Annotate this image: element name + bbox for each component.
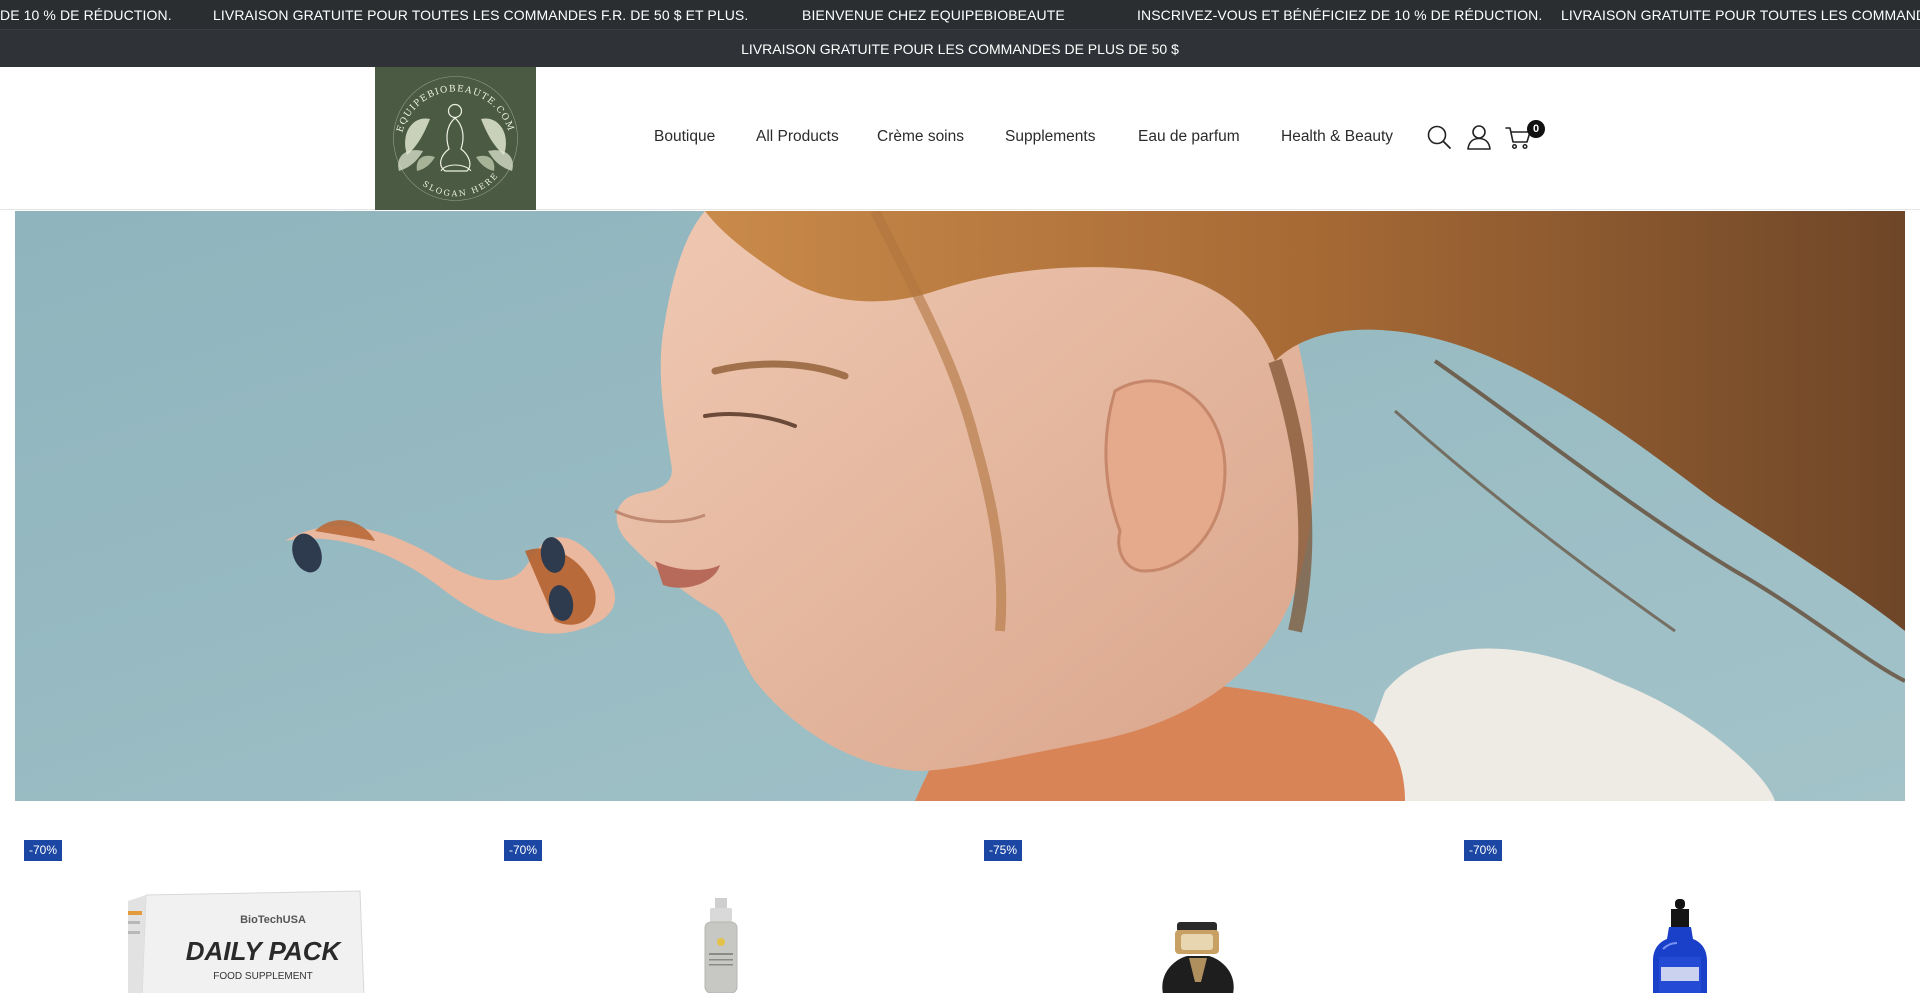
nav-item-eau-de-parfum[interactable]: Eau de parfum	[1138, 128, 1240, 146]
product-card[interactable]: -70%	[1455, 820, 1920, 993]
marquee-item: BIENVENUE CHEZ EQUIPEBIOBEAUTE	[802, 7, 1065, 23]
marquee-bar: DE 10 % DE RÉDUCTION. LIVRAISON GRATUITE…	[0, 0, 1920, 29]
search-icon[interactable]	[1425, 123, 1453, 151]
marquee-item: LIVRAISON GRATUITE POUR TOUTES LES COMMA…	[1561, 7, 1920, 23]
product-card[interactable]: -70%	[495, 820, 965, 993]
discount-badge: -70%	[24, 840, 63, 861]
product-image	[697, 898, 747, 993]
marquee-item: INSCRIVEZ-VOUS ET BÉNÉFICIEZ DE 10 % DE …	[1137, 7, 1543, 23]
svg-text:BioTechUSA: BioTechUSA	[240, 914, 306, 926]
user-icon[interactable]	[1465, 123, 1493, 151]
svg-text:DAILY PACK: DAILY PACK	[186, 936, 343, 966]
product-image: BioTechUSA DAILY PACK FOOD SUPPLEMENT	[128, 887, 380, 993]
site-header: EQUIPEBIOBEAUTE.COM SLOGAN HERE Boutique…	[0, 67, 1920, 210]
product-image	[1651, 899, 1709, 993]
discount-badge: -70%	[504, 840, 543, 861]
announcement-text: LIVRAISON GRATUITE POUR LES COMMANDES DE…	[741, 41, 1179, 57]
announcement-bar: LIVRAISON GRATUITE POUR LES COMMANDES DE…	[0, 29, 1920, 67]
nav-item-supplements[interactable]: Supplements	[1005, 128, 1095, 146]
site-logo[interactable]: EQUIPEBIOBEAUTE.COM SLOGAN HERE	[375, 67, 536, 210]
discount-badge: -75%	[984, 840, 1023, 861]
product-card[interactable]: -75%	[975, 820, 1445, 993]
nav-item-all-products[interactable]: All Products	[756, 128, 839, 146]
hero-banner[interactable]	[15, 211, 1905, 801]
nav-item-boutique[interactable]: Boutique	[654, 128, 715, 146]
product-image	[1155, 922, 1241, 993]
nav-item-creme-soins[interactable]: Crème soins	[877, 128, 964, 146]
logo-emblem-icon: EQUIPEBIOBEAUTE.COM SLOGAN HERE	[375, 67, 536, 210]
svg-text:FOOD SUPPLEMENT: FOOD SUPPLEMENT	[213, 971, 312, 982]
marquee-item: DE 10 % DE RÉDUCTION.	[0, 7, 172, 23]
hero-image	[15, 211, 1905, 801]
product-card[interactable]: -70% BioTechUSA DAILY PACK FOOD SUPPLEME…	[15, 820, 485, 993]
nav-item-health-beauty[interactable]: Health & Beauty	[1281, 128, 1393, 146]
marquee-item: LIVRAISON GRATUITE POUR TOUTES LES COMMA…	[213, 7, 749, 23]
cart-count-badge: 0	[1527, 120, 1545, 138]
discount-badge: -70%	[1464, 840, 1503, 861]
